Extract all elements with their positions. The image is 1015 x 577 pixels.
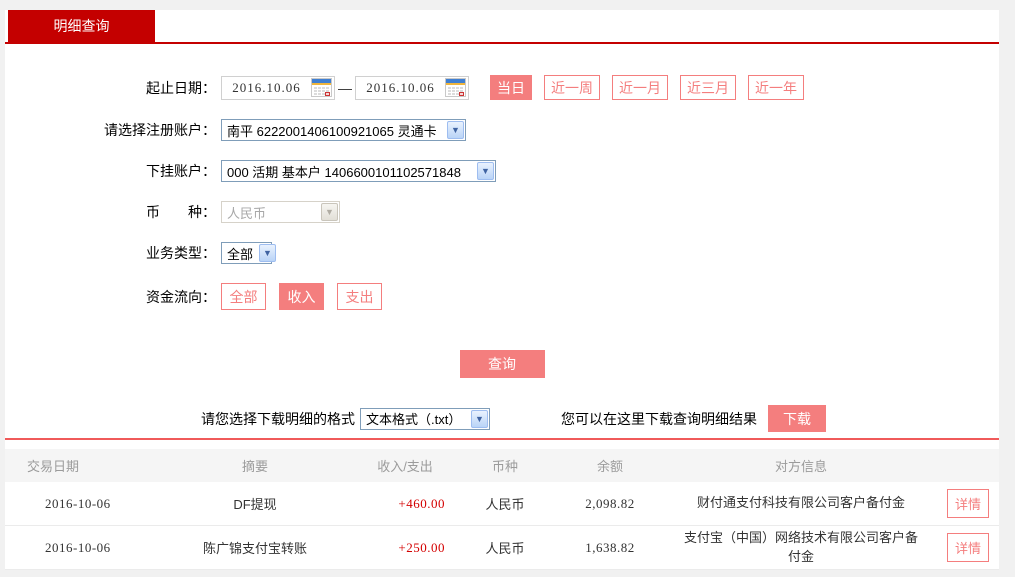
download-format-select[interactable]: 文本格式（.txt） ▼: [360, 408, 490, 430]
sub-account-label: 下挂账户：: [5, 161, 216, 181]
range-button-year[interactable]: 近一年: [748, 75, 804, 100]
date-range-label: 起止日期：: [5, 78, 216, 98]
range-button-3months[interactable]: 近三月: [680, 75, 736, 100]
cell-summary: DF提现: [155, 494, 355, 513]
cell-counterparty: 财付通支付科技有限公司客户备付金: [665, 494, 937, 513]
range-button-month[interactable]: 近一月: [612, 75, 668, 100]
chevron-down-icon[interactable]: ▼: [447, 121, 464, 139]
sub-account-select[interactable]: 000 活期 基本户 1406600101102571848 ▼: [221, 160, 496, 182]
header-summary: 摘要: [155, 456, 355, 475]
results-table: 交易日期 摘要 收入/支出 币种 余额 对方信息 2016-10-06 DF提现…: [5, 438, 999, 570]
cell-currency: 人民币: [455, 494, 555, 513]
business-type-label: 业务类型：: [5, 243, 216, 263]
registered-account-select[interactable]: 南平 6222001406100921065 灵通卡 ▼: [221, 119, 466, 141]
chevron-down-icon[interactable]: ▼: [471, 410, 488, 428]
query-button[interactable]: 查询: [460, 350, 545, 378]
currency-row: 币 种： 人民币 ▼: [5, 201, 999, 223]
fund-direction-label: 资金流向：: [5, 287, 216, 307]
download-button[interactable]: 下载: [768, 405, 826, 432]
download-hint: 您可以在这里下载查询明细结果: [561, 409, 757, 429]
query-form: 起止日期： 2016.10.06: [5, 44, 999, 432]
sub-account-value: 000 活期 基本户 1406600101102571848: [222, 162, 476, 181]
header-income-expense: 收入/支出: [355, 456, 455, 475]
table-row: 2016-10-06 陈广锦支付宝转账 +250.00 人民币 1,638.82…: [5, 526, 999, 570]
date-from-input[interactable]: 2016.10.06: [221, 76, 335, 100]
cell-balance: 2,098.82: [555, 496, 665, 512]
content-panel: 明细查询 起止日期： 2016.10.06: [5, 10, 999, 570]
range-button-week[interactable]: 近一周: [544, 75, 600, 100]
cell-summary: 陈广锦支付宝转账: [155, 538, 355, 557]
header-currency: 币种: [455, 456, 555, 475]
cell-trade-date: 2016-10-06: [5, 540, 155, 556]
header-trade-date: 交易日期: [5, 456, 155, 475]
download-row: 请您选择下载明细的格式 文本格式（.txt） ▼ 您可以在这里下载查询明细结果 …: [5, 405, 999, 432]
download-format-label: 请您选择下载明细的格式: [201, 409, 355, 429]
chevron-down-icon[interactable]: ▼: [259, 244, 276, 262]
date-range-row: 起止日期： 2016.10.06: [5, 75, 999, 100]
cell-amount: +250.00: [355, 540, 455, 556]
cell-balance: 1,638.82: [555, 540, 665, 556]
fund-direction-row: 资金流向： 全部 收入 支出: [5, 283, 999, 310]
fund-direction-expense-button[interactable]: 支出: [337, 283, 382, 310]
date-separator: —: [338, 80, 352, 96]
cell-currency: 人民币: [455, 538, 555, 557]
currency-select: 人民币 ▼: [221, 201, 340, 223]
chevron-down-icon[interactable]: ▼: [477, 162, 494, 180]
registered-account-row: 请选择注册账户： 南平 6222001406100921065 灵通卡 ▼: [5, 119, 999, 141]
date-to-input[interactable]: 2016.10.06: [355, 76, 469, 100]
business-type-value: 全部: [222, 244, 258, 263]
currency-value: 人民币: [222, 203, 320, 222]
table-header-row: 交易日期 摘要 收入/支出 币种 余额 对方信息: [5, 449, 999, 482]
download-format-value: 文本格式（.txt）: [361, 409, 470, 428]
cell-trade-date: 2016-10-06: [5, 496, 155, 512]
detail-button[interactable]: 详情: [947, 533, 989, 562]
business-type-select[interactable]: 全部 ▼: [221, 242, 272, 264]
business-type-row: 业务类型： 全部 ▼: [5, 242, 999, 264]
header-counterparty: 对方信息: [665, 456, 937, 475]
cell-counterparty: 支付宝（中国）网络技术有限公司客户备付金: [665, 529, 937, 567]
tab-bar: 明细查询: [5, 10, 999, 44]
date-from-value: 2016.10.06: [222, 80, 311, 96]
calendar-icon[interactable]: [311, 78, 332, 97]
registered-account-label: 请选择注册账户：: [5, 120, 216, 140]
cell-amount: +460.00: [355, 496, 455, 512]
currency-label: 币 种：: [5, 202, 216, 222]
table-row: 2016-10-06 DF提现 +460.00 人民币 2,098.82 财付通…: [5, 482, 999, 526]
date-to-value: 2016.10.06: [356, 80, 445, 96]
detail-button[interactable]: 详情: [947, 489, 989, 518]
fund-direction-income-button[interactable]: 收入: [279, 283, 324, 310]
calendar-icon[interactable]: [445, 78, 466, 97]
sub-account-row: 下挂账户： 000 活期 基本户 1406600101102571848 ▼: [5, 160, 999, 182]
range-button-today[interactable]: 当日: [490, 75, 532, 100]
fund-direction-all-button[interactable]: 全部: [221, 283, 266, 310]
header-balance: 余额: [555, 456, 665, 475]
tab-detail-query[interactable]: 明细查询: [8, 10, 155, 42]
chevron-down-icon: ▼: [321, 203, 338, 221]
registered-account-value: 南平 6222001406100921065 灵通卡: [222, 121, 446, 140]
